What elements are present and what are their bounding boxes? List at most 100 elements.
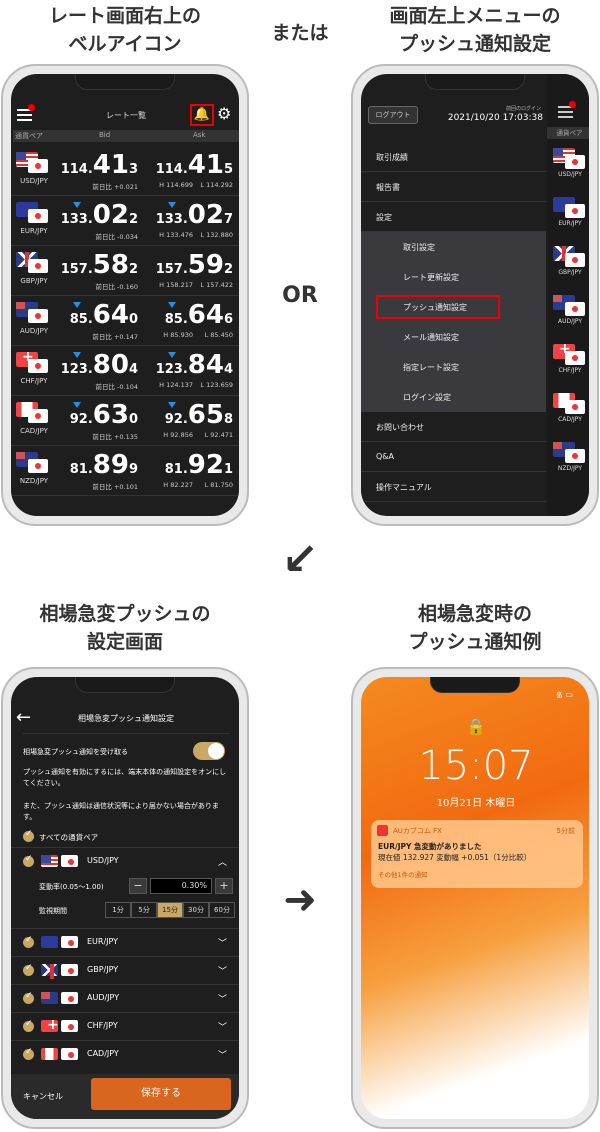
price-ask: 114.415 [156,150,233,180]
price-ask-part: 65 [187,400,224,430]
price-ask-part: 64 [187,300,224,330]
pair-setting-row[interactable]: CAD/JPY ﹀ [11,1040,239,1068]
rate-row[interactable]: USD/JPY 114.413 114.415 前日比 +0.021 H 114.699… [11,146,239,196]
menu-item[interactable]: 報告書 [361,172,546,202]
pair-setting-row[interactable]: USD/JPY ︿ 変動率(0.05〜1.00) −0.30%+ 監視期間 1分5分15分… [11,847,239,928]
side-pair-item[interactable]: NZD/JPY [547,440,589,482]
chevron-down-icon[interactable]: ﹀ [218,936,227,949]
price-ask-part: 123. [155,362,188,377]
flag-jp-icon [28,409,48,423]
menu-item[interactable]: 取引成績 [361,142,546,172]
side-pair-item[interactable]: CAD/JPY [547,391,589,433]
submenu-item[interactable]: メール通知設定 [361,322,546,352]
chevron-down-icon[interactable]: ﹀ [218,1020,227,1033]
price-ask-part: 41 [187,150,224,180]
submenu-item-push-settings[interactable]: プッシュ通知設定 [373,292,503,322]
push-notification[interactable]: AUカブコム FX 5分前 EUR/JPY 急変動がありました 現在値 132.… [371,820,583,888]
side-pair-item[interactable]: GBP/JPY [547,244,589,286]
side-pair-item[interactable]: USD/JPY [547,146,589,188]
menu-icon[interactable] [558,101,576,118]
pair-check-icon[interactable] [23,1047,34,1060]
save-button[interactable]: 保存する [91,1078,231,1110]
rate-row[interactable]: CHF/JPY123.804123.844前日比 -0.104H 124.137… [11,346,239,396]
rate-row[interactable]: EUR/JPY 133.022 133.027 前日比 -0.034 H 133.476… [11,196,239,246]
rate-row[interactable]: CAD/JPY 92.630 92.658 前日比 +0.135 H 92.856 L 9… [11,396,239,446]
plus-button[interactable]: + [215,878,233,894]
flag-jp-icon [61,936,78,948]
price-ask-part: 92 [187,450,224,480]
logout-button[interactable]: ログアウト [368,106,418,124]
change-label: 前日比 -0.104 [95,383,138,391]
pair-setting-row[interactable]: EUR/JPY ﹀ [11,928,239,956]
menu-item[interactable]: 設定 [361,202,546,232]
change-label: 前日比 +0.021 [92,183,138,191]
price-bid: 85.640 [70,300,138,330]
menu-item[interactable]: Q&A [361,442,546,472]
chevron-down-icon[interactable]: ﹀ [218,1048,227,1061]
price-bid-part: 58 [92,250,129,280]
flag-ca-icon [41,1048,58,1060]
low-label: L 81.750 [204,481,233,489]
change-label: 前日比 -0.160 [95,283,138,291]
side-col-pair: 通貨ペア [547,127,589,139]
pair-label: GBP/JPY [20,277,48,285]
pair-label: CHF/JPY [87,1021,118,1030]
low-label: L 157.422 [200,281,233,289]
price-bid-part: 2 [128,262,138,277]
menu-item[interactable]: 操作マニュアル [361,472,546,502]
period-option[interactable]: 60分 [209,902,235,918]
side-pair-item[interactable]: EUR/JPY [547,195,589,237]
heading-bottom-right: 相場急変時の プッシュ通知例 [408,603,542,653]
side-pair-item[interactable]: AUD/JPY [547,293,589,335]
pair-check-icon[interactable] [23,991,34,1004]
submenu-item[interactable]: 取引設定 [361,232,546,262]
status-icons: ᯾ ▭ [556,690,573,699]
period-option[interactable]: 15分 [157,902,183,918]
or-label: OR [282,283,318,308]
flag-jp-icon [28,159,48,173]
pair-setting-row[interactable]: GBP/JPY ﹀ [11,956,239,984]
low-label: L 85.450 [204,331,233,339]
receive-toggle[interactable] [193,742,225,760]
low-label: L 132.880 [200,231,233,239]
pair-setting-row[interactable]: AUD/JPY ﹀ [11,984,239,1012]
price-bid: 114.413 [61,150,138,180]
period-option[interactable]: 1分 [105,902,131,918]
pair-label: AUD/JPY [87,993,120,1002]
pair-setting-row[interactable]: CHF/JPY ﹀ [11,1012,239,1040]
all-pairs-check-icon[interactable] [23,829,34,842]
price-bid-part: 0 [128,312,138,327]
period-option[interactable]: 5分 [131,902,157,918]
gear-icon[interactable]: ⚙ [217,104,231,123]
pair-check-icon[interactable] [23,963,34,976]
chevron-up-icon[interactable]: ︿ [218,855,227,868]
last-login-label: 前回のログイン [505,106,541,112]
app-icon [377,825,388,836]
menu-item[interactable]: お問い合わせ [361,412,546,442]
pair-check-icon[interactable] [23,854,34,867]
submenu-item[interactable]: 指定レート設定 [361,352,546,382]
submenu-item[interactable]: レート更新設定 [361,262,546,292]
pair-check-icon[interactable] [23,1019,34,1032]
cancel-button[interactable]: キャンセル [23,1091,63,1102]
minus-button[interactable]: − [129,878,147,894]
pair-check-icon[interactable] [23,935,34,948]
side-pair-item[interactable]: CHF/JPY [547,341,589,384]
note-2: また、プッシュ通知は通信状況等により届かない場合があります。 [23,802,219,821]
submenu-item[interactable]: ログイン設定 [361,382,546,412]
rate-row[interactable]: AUD/JPY 85.640 85.646 前日比 +0.147 H 85.930 L 8… [11,296,239,346]
notif-more: その他1件の通知 [378,871,428,879]
rate-row[interactable]: GBP/JPY 157.582 157.592 前日比 -0.160 H 158.217… [11,246,239,296]
period-option[interactable]: 30分 [183,902,209,918]
flag-jp-icon [28,459,48,473]
pair-label: AUD/JPY [19,327,49,335]
pair-label: NZD/JPY [19,477,49,485]
heading-top-left: レート画面右上の ベルアイコン [48,5,201,55]
bell-icon[interactable]: 🔔 [190,104,214,126]
rate-input[interactable]: 0.30% [150,878,212,894]
chevron-down-icon[interactable]: ﹀ [218,964,227,977]
rate-row[interactable]: NZD/JPY 81.899 81.921 前日比 +0.101 H 82.227 L 8… [11,446,239,496]
flag-jp-icon [565,155,585,169]
period-label: 監視期間 [39,907,67,915]
chevron-down-icon[interactable]: ﹀ [218,992,227,1005]
